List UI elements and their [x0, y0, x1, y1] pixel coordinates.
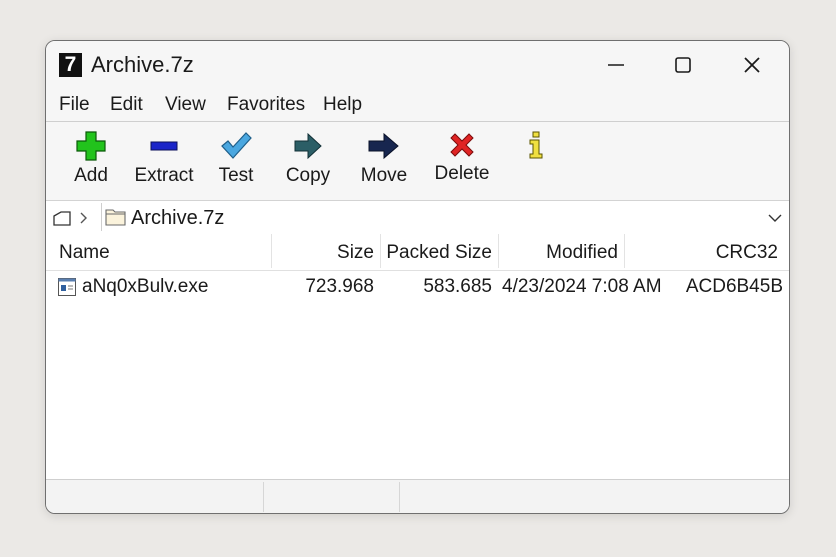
- close-icon: [744, 57, 760, 73]
- minimize-button[interactable]: [596, 49, 636, 81]
- address-separator: [101, 203, 102, 231]
- extract-label: Extract: [134, 165, 194, 186]
- window-title: Archive.7z: [91, 52, 194, 77]
- toolbar: Add Extract Test Copy Move Delete: [46, 122, 789, 201]
- delete-button[interactable]: Delete: [433, 130, 491, 196]
- menu-bar: File Edit View Favorites Help: [46, 89, 789, 122]
- x-icon: [450, 133, 474, 157]
- maximize-button[interactable]: [663, 49, 703, 81]
- delete-label: Delete: [434, 163, 490, 184]
- chevron-down-icon[interactable]: [767, 212, 783, 224]
- add-button[interactable]: Add: [68, 130, 114, 196]
- status-separator: [399, 482, 400, 512]
- file-size: 723.968: [305, 276, 374, 297]
- file-packed-size: 583.685: [423, 276, 492, 297]
- add-label: Add: [74, 165, 108, 186]
- address-bar: Archive.7z: [46, 201, 789, 235]
- test-button[interactable]: Test: [214, 130, 258, 196]
- menu-edit[interactable]: Edit: [110, 94, 143, 116]
- column-separator[interactable]: [271, 234, 272, 268]
- menu-help[interactable]: Help: [323, 94, 362, 116]
- file-name: aNq0xBulv.exe: [82, 276, 209, 297]
- move-label: Move: [360, 165, 408, 186]
- column-header-size[interactable]: Size: [337, 242, 374, 264]
- app-7zip-icon: 7: [59, 53, 82, 77]
- chevron-right-icon[interactable]: [78, 210, 90, 226]
- move-button[interactable]: Move: [358, 130, 410, 196]
- file-modified: 4/23/2024 7:08 AM: [502, 276, 662, 297]
- copy-arrow-icon: [294, 132, 322, 160]
- file-crc32: ACD6B45B: [685, 276, 783, 297]
- column-header-name[interactable]: Name: [59, 242, 110, 264]
- column-header-row: Name Size Packed Size Modified CRC32: [46, 234, 789, 271]
- test-label: Test: [218, 165, 254, 186]
- column-separator[interactable]: [498, 234, 499, 268]
- column-header-modified[interactable]: Modified: [546, 242, 618, 264]
- exe-file-icon: [58, 278, 76, 296]
- status-separator: [263, 482, 264, 512]
- menu-view[interactable]: View: [165, 94, 206, 116]
- column-separator[interactable]: [380, 234, 381, 268]
- title-bar[interactable]: 7 Archive.7z: [46, 41, 789, 89]
- extract-button[interactable]: Extract: [132, 130, 196, 196]
- minimize-icon: [608, 64, 624, 66]
- file-row[interactable]: aNq0xBulv.exe 723.968 583.685 4/23/2024 …: [46, 271, 789, 303]
- archive-window: 7 Archive.7z File Edit View Favorites He…: [45, 40, 790, 514]
- checkmark-icon: [221, 132, 252, 159]
- folder-icon: [105, 209, 126, 226]
- info-icon: [529, 131, 543, 159]
- extract-icon: [150, 141, 178, 151]
- up-folder-icon[interactable]: [52, 208, 72, 228]
- close-button[interactable]: [732, 49, 772, 81]
- maximize-icon: [675, 57, 691, 73]
- info-button[interactable]: [524, 130, 548, 196]
- column-header-packed-size[interactable]: Packed Size: [386, 242, 492, 264]
- column-header-crc32[interactable]: CRC32: [716, 242, 778, 264]
- column-separator[interactable]: [624, 234, 625, 268]
- menu-file[interactable]: File: [59, 94, 90, 116]
- address-path[interactable]: Archive.7z: [131, 206, 224, 230]
- add-icon: [76, 131, 106, 161]
- move-arrow-icon: [368, 132, 399, 160]
- status-bar: [46, 479, 789, 513]
- menu-favorites[interactable]: Favorites: [227, 94, 305, 116]
- copy-button[interactable]: Copy: [284, 130, 332, 196]
- copy-label: Copy: [285, 165, 331, 186]
